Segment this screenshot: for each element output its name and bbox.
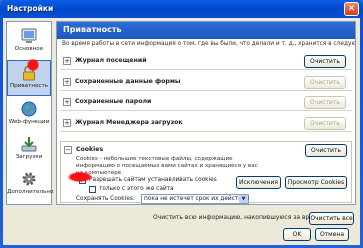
section-title: Сохраненные данные формы [75,78,181,85]
sidebar-item-label: Приватность [9,83,49,89]
same-site-label: только с этого же сайта [99,186,174,192]
red-annotation-mark [27,59,39,71]
expand-icon[interactable]: + [63,98,71,106]
section-cookies: − Cookies Очистить Cookies - небольшие т… [60,141,352,204]
clear-history-button[interactable]: Очистить [304,55,346,68]
expand-icon[interactable]: + [63,119,71,127]
section-download-history[interactable]: + Журнал Менеджера загрузок Очистить [60,115,352,132]
collapse-icon[interactable]: − [64,146,72,154]
expand-icon[interactable]: + [63,78,71,86]
globe-icon [21,101,37,117]
privacy-intro-text: Во время работы в сети информация о том,… [62,41,356,47]
download-icon [21,137,37,152]
title-bar[interactable]: Настройки ✕ [0,0,363,18]
section-title: Журнал Менеджера загрузок [75,119,183,126]
cancel-button[interactable]: Отмена [315,228,349,241]
clear-downloads-button[interactable]: Очистить [304,117,346,130]
expand-icon[interactable]: + [63,57,71,65]
exceptions-button[interactable]: Исключения [236,176,281,189]
close-icon: ✕ [347,4,356,14]
cookies-description: Cookies - небольшие текстовые файлы, сод… [76,156,258,176]
section-form-data[interactable]: + Сохраненные данные формы Очистить [60,74,352,91]
chevron-down-icon: ▼ [239,195,248,203]
section-title: Журнал посещений [75,57,147,64]
same-site-checkbox[interactable] [89,186,96,193]
sidebar-item-downloads[interactable]: Загрузки [7,132,51,168]
sidebar-item-general[interactable]: Основное [7,24,51,60]
keep-cookies-select[interactable]: пока не истечет срок их действия ▼ [141,194,249,204]
sidebar-item-advanced[interactable]: Дополнительно [7,167,54,203]
keep-cookies-value: пока не истечет срок их действия [144,196,249,202]
settings-window: Настройки ✕ Основное Приватность Web-фун… [0,0,363,248]
window-title: Настройки [7,4,54,13]
page-title: Приватность [57,22,355,39]
section-passwords[interactable]: + Сохраненные пароли Очистить [60,94,352,111]
sidebar-item-label: Web-функции [8,119,50,125]
view-cookies-button[interactable]: Просмотр Cookies [285,176,347,189]
section-title: Сохраненные пароли [75,98,152,105]
sidebar-item-label: Загрузки [15,154,43,160]
dialog-client-area: Основное Приватность Web-функции Загрузк… [3,18,360,245]
gear-icon [22,172,36,186]
allow-cookies-label: Разрешать сайтам устанавливать cookies [89,177,217,183]
sidebar-item-web-features[interactable]: Web-функции [7,97,51,133]
red-annotation-mark [68,172,92,182]
clear-all-button[interactable]: Очистить все [309,212,354,225]
ok-button[interactable]: OK [283,228,311,241]
clear-form-data-button[interactable]: Очистить [304,76,346,89]
sidebar-item-label: Дополнительно [7,189,54,195]
sidebar-item-label: Основное [14,46,44,52]
close-button[interactable]: ✕ [344,2,359,16]
settings-sidebar: Основное Приватность Web-функции Загрузк… [6,21,54,205]
general-icon [21,28,37,43]
clear-cookies-button[interactable]: Очистить [305,144,347,157]
clear-passwords-button[interactable]: Очистить [304,96,346,109]
keep-cookies-label: Сохранять Cookies: [76,196,135,202]
section-title: Cookies [76,146,104,153]
privacy-panel: Приватность Во время работы в сети инфор… [56,21,356,205]
section-history[interactable]: + Журнал посещений Очистить [60,53,352,70]
